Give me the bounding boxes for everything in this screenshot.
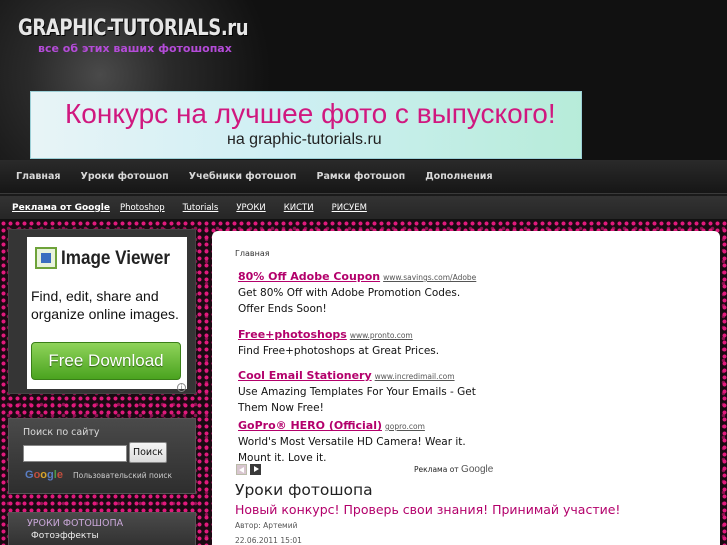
chevron-right-icon (254, 466, 259, 472)
text-ad: 80% Off Adobe Coupon www.savings.com/Adob… (238, 265, 488, 317)
menu-title: УРОКИ ФОТОШОПА (27, 518, 124, 529)
ad-description: World's Most Versatile HD Camera! Wear i… (238, 436, 466, 464)
ad-url[interactable]: www.incredimail.com (375, 372, 455, 381)
main-nav: Главная Уроки фотошоп Учебники фотошоп Р… (0, 160, 727, 194)
ad-link-drawing[interactable]: РИСУЕМ (332, 203, 367, 213)
site-header: GRAPHIC-TUTORIALS.ru все об этих ваших ф… (0, 0, 727, 160)
ads-by-prefix: Реклама от (414, 465, 459, 474)
nav-item-frames[interactable]: Рамки фотошоп (306, 171, 415, 182)
ads-by-google-footer[interactable]: Реклама от Google (414, 464, 493, 475)
nav-item-textbooks[interactable]: Учебники фотошоп (179, 171, 307, 182)
ad-link-bar: Реклама от Google Photoshop Tutorials УР… (0, 196, 727, 220)
search-input[interactable] (23, 445, 127, 462)
nav-item-lessons[interactable]: Уроки фотошоп (71, 171, 179, 182)
search-title: Поиск по сайту (23, 427, 100, 438)
nav-item-addons[interactable]: Дополнения (415, 171, 502, 182)
search-button[interactable]: Поиск (129, 442, 167, 463)
image-viewer-logo-icon (35, 247, 57, 269)
ad-link-tutorials[interactable]: Tutorials (183, 203, 219, 213)
free-download-button[interactable]: Free Download (31, 342, 181, 380)
ad-url[interactable]: www.pronto.com (350, 331, 413, 340)
ad-link-photoshop[interactable]: Photoshop (120, 203, 165, 213)
ad-link-brushes[interactable]: КИСТИ (284, 203, 314, 213)
contest-banner[interactable]: Конкурс на лучшее фото с выпуского! на g… (30, 91, 582, 159)
lessons-menu-box: УРОКИ ФОТОШОПА Фотоэффекты (8, 512, 196, 545)
google-logo: Google (25, 469, 63, 481)
post-author: Автор: Артемий (235, 521, 298, 530)
text-ad: GoPro® HERO (Official) gopro.com World's … (238, 414, 488, 466)
ad-description: Find Free+photoshops at Great Prices. (238, 345, 440, 357)
sidebar-ad-box: Image Viewer Find, edit, share and organ… (8, 229, 196, 394)
site-search-box: Поиск по сайту Поиск Google Пользователь… (8, 418, 196, 494)
chevron-left-icon (239, 467, 244, 473)
ad-title[interactable]: Cool Email Stationery (238, 369, 372, 382)
main-content: Главная 80% Off Adobe Coupon www.savings.… (212, 231, 720, 545)
text-ad: Cool Email Stationery www.incredimail.com… (238, 364, 488, 416)
image-viewer-tagline: Find, edit, share and organize online im… (31, 288, 179, 322)
ad-next-button[interactable] (250, 464, 261, 475)
section-title: Уроки фотошопа (235, 481, 373, 499)
site-logo[interactable]: GRAPHIC-TUTORIALS.ru (18, 16, 249, 41)
ad-title[interactable]: GoPro® HERO (Official) (238, 419, 382, 432)
image-viewer-title: Image Viewer (61, 248, 170, 269)
site-slogan: все об этих ваших фотошопах (38, 42, 232, 55)
ad-title[interactable]: 80% Off Adobe Coupon (238, 270, 380, 283)
ad-description: Get 80% Off with Adobe Promotion Codes. … (238, 287, 461, 315)
text-ad: Free+photoshops www.pronto.com Find Free+… (238, 323, 488, 359)
info-icon[interactable]: i (177, 383, 186, 392)
ad-link-lessons[interactable]: УРОКИ (236, 203, 265, 213)
ad-description: Use Amazing Templates For Your Emails - … (238, 386, 476, 414)
post-date: 22.06.2011 15:01 (235, 536, 302, 545)
ad-url[interactable]: gopro.com (385, 422, 425, 431)
nav-item-home[interactable]: Главная (6, 171, 71, 182)
image-viewer-ad[interactable]: Image Viewer Find, edit, share and organ… (27, 237, 187, 392)
custom-search-label: Пользовательский поиск (73, 471, 173, 480)
menu-item-photo-effects[interactable]: Фотоэффекты (31, 531, 99, 541)
breadcrumb[interactable]: Главная (235, 249, 270, 258)
ad-title[interactable]: Free+photoshops (238, 328, 347, 341)
ad-url[interactable]: www.savings.com/Adobe (383, 273, 476, 282)
banner-headline: Конкурс на лучшее фото с выпуского! (65, 98, 556, 129)
google-wordmark: Google (461, 464, 494, 475)
banner-subline: на graphic-tutorials.ru (227, 131, 382, 148)
ads-by-google-label[interactable]: Реклама от Google (12, 203, 110, 213)
post-title-link[interactable]: Новый конкурс! Проверь свои знания! Прин… (235, 502, 620, 517)
ad-prev-button[interactable] (236, 464, 247, 475)
